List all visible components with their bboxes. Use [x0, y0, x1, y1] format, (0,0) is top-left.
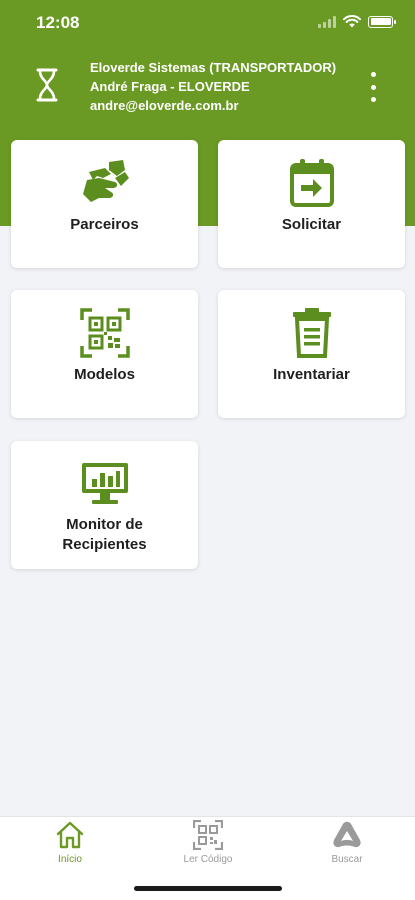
- card-monitor-recipientes[interactable]: Monitor de Recipientes: [11, 441, 198, 569]
- card-inventariar-label: Inventariar: [273, 366, 350, 383]
- card-modelos-label: Modelos: [74, 366, 135, 383]
- qr-code-icon: [79, 308, 130, 358]
- account-info: Eloverde Sistemas (TRANSPORTADOR) André …: [90, 58, 340, 115]
- status-bar: 12:08: [0, 0, 415, 44]
- tab-buscar-label: Buscar: [331, 854, 363, 865]
- tab-inicio[interactable]: Início: [10, 817, 130, 877]
- home-indicator: [134, 886, 282, 891]
- handshake-icon: [82, 160, 129, 202]
- monitor-chart-icon: [81, 463, 128, 504]
- battery-icon: [368, 15, 396, 28]
- card-modelos[interactable]: Modelos: [11, 290, 198, 418]
- buscar-logo-icon: [333, 821, 361, 848]
- hourglass-icon: [36, 68, 58, 102]
- home-icon: [56, 821, 84, 849]
- card-parceiros-label: Parceiros: [70, 216, 139, 233]
- card-parceiros[interactable]: Parceiros: [11, 140, 198, 268]
- account-user: André Fraga - ELOVERDE: [90, 79, 250, 94]
- card-inventariar[interactable]: Inventariar: [218, 290, 405, 418]
- account-header: Eloverde Sistemas (TRANSPORTADOR) André …: [0, 52, 415, 122]
- trash-bin-icon: [292, 308, 331, 358]
- app-screen: 12:08 Eloverde Sistemas (TRANSPORTADOR) …: [0, 0, 415, 900]
- cellular-signal-icon: [318, 15, 336, 28]
- tab-ler-codigo-label: Ler Código: [183, 854, 233, 865]
- tab-inicio-label: Início: [58, 854, 82, 865]
- status-time: 12:08: [36, 13, 80, 32]
- wifi-icon: [343, 15, 361, 28]
- status-icons: [318, 15, 396, 28]
- account-company: Eloverde Sistemas (TRANSPORTADOR): [90, 60, 337, 75]
- card-solicitar[interactable]: Solicitar: [218, 140, 405, 268]
- calendar-arrow-icon: [289, 159, 334, 207]
- account-email: andre@eloverde.com.br: [90, 98, 239, 113]
- card-monitor-label-line2: Recipientes: [62, 536, 147, 553]
- more-vertical-icon[interactable]: [367, 72, 379, 102]
- qr-scan-icon: [193, 820, 223, 850]
- card-solicitar-label: Solicitar: [281, 216, 342, 233]
- tab-ler-codigo[interactable]: Ler Código: [148, 817, 268, 877]
- tab-buscar[interactable]: Buscar: [287, 817, 407, 877]
- card-monitor-label-line1: Monitor de: [66, 516, 143, 533]
